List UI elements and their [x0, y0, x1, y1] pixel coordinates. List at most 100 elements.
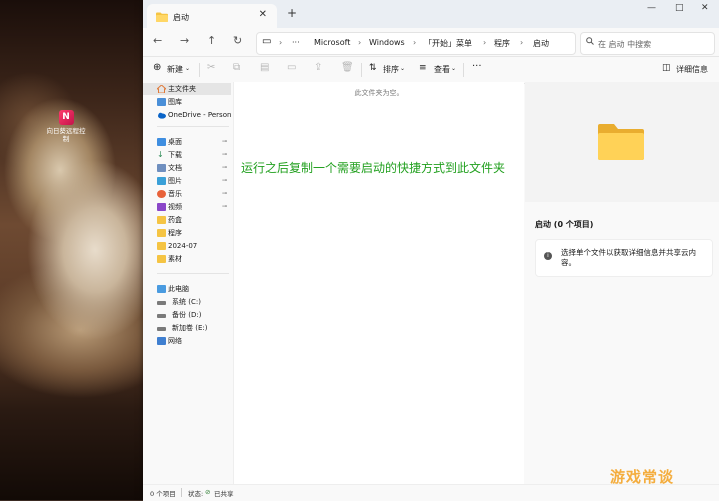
sidebar-item-label: 文档: [168, 164, 182, 172]
folder-icon: [157, 216, 166, 224]
share-icon[interactable]: ⇪: [314, 62, 322, 73]
folder-icon: [157, 242, 166, 250]
chevron-down-icon: ⌄: [185, 65, 191, 72]
shared-check-icon: ⊘: [205, 488, 211, 496]
drive-icon: [157, 301, 166, 305]
breadcrumb-separator: ›: [520, 38, 524, 47]
breadcrumb-separator: ›: [483, 38, 487, 47]
sidebar-item-label: 系统 (C:): [172, 298, 201, 306]
drive-icon: [157, 314, 166, 318]
pin-icon: ⊸: [222, 164, 228, 171]
sidebar-item-downloads[interactable]: ↓ 下载 ⊸: [143, 149, 231, 161]
breadcrumb-separator: ›: [358, 38, 362, 47]
desktop-icon: [157, 138, 166, 146]
minimize-button[interactable]: —: [647, 3, 656, 13]
item-count: 0 个项目: [150, 490, 176, 498]
breadcrumb-item-start-menu[interactable]: 「开始」菜单: [424, 38, 472, 49]
details-info-box: i 选择单个文件以获取详细信息并共享云内容。: [535, 239, 713, 277]
sidebar-item-desktop[interactable]: 桌面 ⊸: [143, 136, 231, 148]
sidebar-item-sucai[interactable]: 素材: [143, 253, 231, 265]
new-button[interactable]: 新建: [167, 64, 183, 75]
maximize-button[interactable]: □: [675, 3, 684, 13]
file-list-area[interactable]: 此文件夹为空。 运行之后复制一个需要启动的快捷方式到此文件夹: [234, 82, 524, 488]
details-pane: 启动 (0 个项目) i 选择单个文件以获取详细信息并共享云内容。: [525, 82, 719, 488]
new-tab-button[interactable]: +: [287, 6, 297, 20]
sidebar-item-label: 程序: [168, 229, 182, 237]
breadcrumb-item-microsoft[interactable]: Microsoft: [314, 38, 350, 47]
onedrive-icon: [158, 112, 166, 119]
status-label: 状态:: [188, 490, 204, 498]
sidebar-item-label: 新加卷 (E:): [172, 324, 208, 332]
breadcrumb-more-button[interactable]: ···: [292, 38, 300, 47]
sidebar-item-2024-07[interactable]: 2024-07: [143, 240, 231, 252]
breadcrumb-item-programs[interactable]: 程序: [494, 38, 510, 49]
details-pane-icon: ◫: [662, 63, 671, 73]
forward-arrow-icon[interactable]: →: [180, 34, 189, 47]
back-arrow-icon[interactable]: ←: [153, 34, 162, 47]
sidebar-item-label: 此电脑: [168, 285, 189, 293]
sidebar-item-label: OneDrive - Persona: [168, 111, 231, 119]
title-bar: 启动 ✕ + — □ ✕: [143, 0, 719, 28]
toolbar-divider: [463, 63, 464, 77]
pin-icon: ⊸: [222, 177, 228, 184]
sidebar-item-programs[interactable]: 程序: [143, 227, 231, 239]
search-input[interactable]: 在 启动 中搜索: [580, 32, 715, 55]
breadcrumb-item-startup[interactable]: 启动: [533, 38, 549, 49]
view-icon: ≡: [419, 63, 427, 73]
breadcrumb[interactable]: ▭ › ··· Microsoft › Windows › 「开始」菜单 › 程…: [256, 32, 576, 55]
up-arrow-icon[interactable]: ↑: [207, 34, 216, 47]
desktop-shortcut-sunlogin[interactable]: N 向日葵远程控制: [44, 110, 88, 143]
folder-preview: [525, 82, 719, 202]
new-plus-icon: ⊕: [153, 62, 162, 73]
sidebar-item-onedrive[interactable]: OneDrive - Persona: [143, 109, 231, 121]
details-button[interactable]: 详细信息: [676, 64, 708, 75]
rename-icon[interactable]: ▭: [287, 62, 296, 73]
chevron-down-icon: ⌄: [400, 65, 406, 72]
refresh-icon[interactable]: ↻: [233, 34, 242, 47]
details-info-text: 选择单个文件以获取详细信息并共享云内容。: [561, 248, 696, 267]
folder-icon: [156, 12, 168, 22]
sidebar-item-drive-c[interactable]: 系统 (C:): [143, 296, 231, 308]
shared-status: 已共享: [214, 490, 234, 498]
tab-startup[interactable]: 启动 ✕: [147, 4, 277, 28]
sidebar-item-music[interactable]: 音乐 ⊸: [143, 188, 231, 200]
close-window-button[interactable]: ✕: [701, 3, 709, 13]
sidebar-item-gallery[interactable]: 图库: [143, 96, 231, 108]
sort-button[interactable]: 排序: [383, 64, 399, 75]
sidebar-item-network[interactable]: 网络: [143, 335, 231, 347]
empty-folder-message: 此文件夹为空。: [354, 89, 404, 97]
sidebar-item-drive-d[interactable]: 备份 (D:): [143, 309, 231, 321]
toolbar-divider: [361, 63, 362, 77]
sidebar-item-this-pc[interactable]: 此电脑: [143, 283, 231, 295]
sidebar-item-drive-e[interactable]: 新加卷 (E:): [143, 322, 231, 334]
sidebar-item-label: 视频: [168, 203, 182, 211]
pin-icon: ⊸: [222, 190, 228, 197]
close-tab-icon[interactable]: ✕: [259, 9, 267, 20]
sidebar-item-home[interactable]: 主文件夹: [143, 83, 231, 95]
copy-icon[interactable]: ⧉: [233, 62, 240, 73]
cut-icon[interactable]: ✂: [207, 62, 215, 73]
sidebar-item-videos[interactable]: 视频 ⊸: [143, 201, 231, 213]
command-bar: ⊕ 新建 ⌄ ✂ ⧉ ▤ ▭ ⇪ 🗑 ⇅ 排序 ⌄ ≡ 查看 ⌄ ··· ◫ 详…: [143, 57, 719, 84]
sidebar-item-label: 备份 (D:): [172, 311, 202, 319]
sidebar-item-label: 药盒: [168, 216, 182, 224]
music-icon: [157, 190, 166, 198]
monitor-icon: ▭: [262, 36, 272, 47]
delete-icon[interactable]: 🗑: [341, 62, 354, 73]
sidebar-item-label: 素材: [168, 255, 182, 263]
breadcrumb-separator: ›: [413, 38, 417, 47]
sidebar-item-label: 音乐: [168, 190, 182, 198]
view-button[interactable]: 查看: [434, 64, 450, 75]
more-options-button[interactable]: ···: [472, 61, 482, 72]
search-icon: [586, 37, 594, 47]
status-divider: [181, 488, 182, 497]
this-pc-icon: [157, 285, 166, 293]
sidebar-item-label: 网络: [168, 337, 182, 345]
sidebar-item-documents[interactable]: 文档 ⊸: [143, 162, 231, 174]
sidebar-item-yaohe[interactable]: 药盒: [143, 214, 231, 226]
breadcrumb-item-windows[interactable]: Windows: [369, 38, 405, 47]
paste-icon[interactable]: ▤: [260, 62, 269, 73]
chevron-down-icon: ⌄: [451, 65, 457, 72]
sidebar-item-pictures[interactable]: 图片 ⊸: [143, 175, 231, 187]
home-icon: [157, 85, 166, 93]
